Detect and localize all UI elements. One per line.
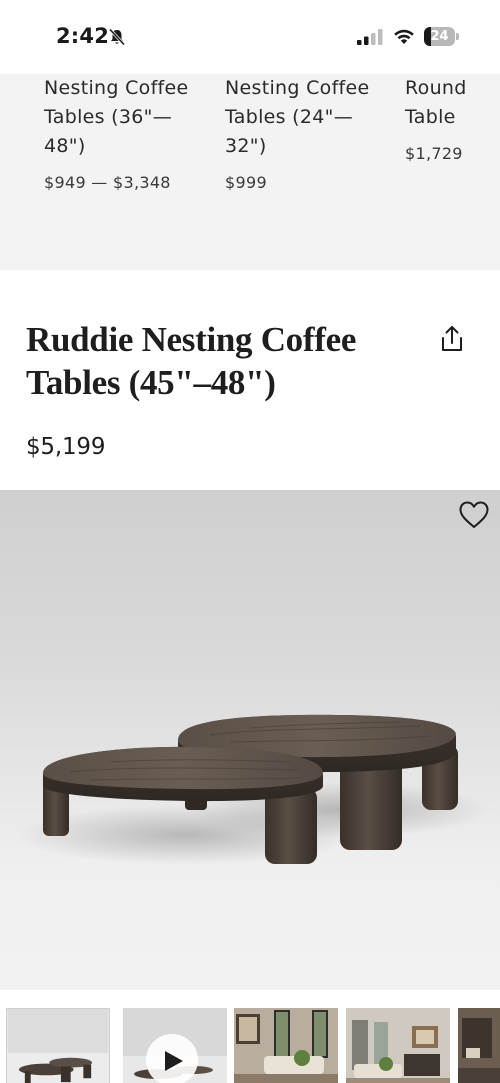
thumbnail-detail[interactable] <box>458 1008 500 1083</box>
related-product-card[interactable]: Round Table $1,729 <box>405 74 500 163</box>
thumbnail-room-scene[interactable] <box>346 1008 450 1083</box>
related-product-card[interactable]: Nesting Coffee Tables (24"— 32") $999 <box>225 74 395 192</box>
product-title: Ruddie Nesting Coffee Tables (45"–48") <box>26 320 357 402</box>
related-products-carousel[interactable]: Nesting Coffee Tables (36"— 48") $949 — … <box>0 74 500 270</box>
thumbnail-product[interactable] <box>6 1008 110 1083</box>
thumbnail-strip[interactable] <box>0 1000 500 1083</box>
related-product-card[interactable]: Nesting Coffee Tables (36"— 48") $949 — … <box>44 74 214 192</box>
coffee-tables-image <box>15 714 490 865</box>
status-time: 2:42 <box>56 24 110 48</box>
thumbnail-video[interactable] <box>123 1008 227 1083</box>
battery-indicator: 24 <box>424 27 459 46</box>
thumbnail-room-scene[interactable] <box>234 1008 338 1083</box>
product-price: $5,199 <box>26 434 106 460</box>
related-product-name[interactable]: Nesting Coffee Tables (36"— 48") <box>44 74 214 161</box>
status-bar: 2:42 24 <box>0 0 500 74</box>
related-product-name[interactable]: Nesting Coffee Tables (24"— 32") <box>225 74 395 161</box>
bell-slash-icon <box>108 28 126 46</box>
wifi-icon <box>394 29 414 44</box>
product-hero-image[interactable] <box>0 490 500 990</box>
related-product-price: $949 — $3,348 <box>44 173 171 192</box>
share-icon[interactable] <box>437 324 467 354</box>
battery-level: 24 <box>430 29 449 44</box>
related-product-price: $999 <box>225 173 267 192</box>
related-product-name[interactable]: Round Table <box>405 74 500 132</box>
cellular-signal-icon <box>357 29 383 45</box>
heart-icon[interactable] <box>458 500 490 530</box>
related-product-price: $1,729 <box>405 144 463 163</box>
